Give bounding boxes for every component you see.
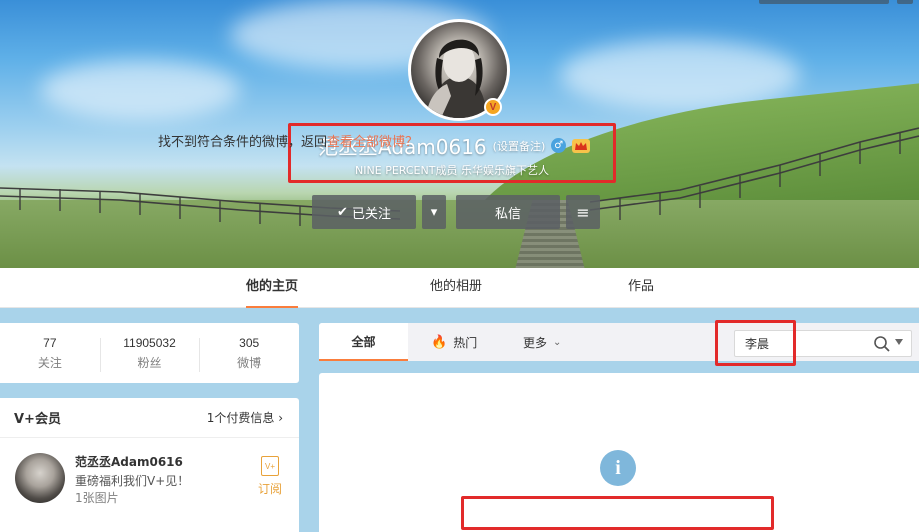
following-label: 已关注	[351, 206, 391, 222]
stat-weibo[interactable]: 305 微博	[199, 335, 299, 372]
tab-album[interactable]: 他的相册	[430, 268, 482, 308]
view-all-weibo-link[interactable]: 查看全部微博？	[327, 135, 418, 150]
stat-number: 305	[239, 335, 260, 350]
search-scope-dropdown-icon[interactable]	[895, 339, 903, 345]
search-icon[interactable]	[873, 335, 891, 353]
paid-info-link[interactable]: 1个付费信息 ›	[207, 409, 283, 426]
tab-home[interactable]: 他的主页	[246, 268, 299, 308]
male-gender-icon: ♂	[551, 138, 567, 153]
feed-tab-hot[interactable]: 🔥 热门	[431, 323, 477, 361]
profile-tab-bar: 他的主页 他的相册 作品	[0, 268, 919, 308]
message-button[interactable]: 私信	[456, 195, 560, 229]
feed-tab-more[interactable]: 更多 ⌄	[523, 323, 561, 361]
fire-icon: 🔥	[431, 334, 448, 350]
tab-works[interactable]: 作品	[628, 268, 654, 308]
stat-label: 关注	[37, 355, 62, 370]
cover-close-button[interactable]	[897, 0, 913, 4]
feed-tab-hot-label: 热门	[453, 335, 478, 350]
empty-message-text: 找不到符合条件的微博，返回	[158, 135, 328, 150]
feed-empty-state: i	[319, 373, 919, 532]
empty-message-highlight-box	[461, 496, 774, 530]
chevron-down-icon: ▾	[430, 204, 438, 220]
profile-stats: 77 关注 11905032 粉丝 305 微博	[0, 323, 299, 383]
chevron-down-icon: ⌄	[553, 336, 562, 348]
profile-actions: ✔ 已关注 ▾ 私信 ≡	[312, 195, 600, 229]
message-label: 私信	[494, 206, 521, 222]
stat-number: 11905032	[123, 335, 176, 350]
vplus-card: V+会员 1个付费信息 › 范丞丞Adam0616 重磅福利我们V+见！ 1张图…	[0, 398, 299, 532]
info-icon: i	[600, 450, 636, 486]
vplus-description: 重磅福利我们V+见！	[75, 474, 190, 488]
cover-top-controls	[759, 0, 913, 4]
vplus-name[interactable]: 范丞丞Adam0616	[75, 453, 183, 470]
member-crown-icon[interactable]	[572, 138, 591, 153]
vplus-title: V+会员	[14, 412, 61, 427]
stat-number: 77	[43, 335, 57, 350]
chevron-right-icon: ›	[278, 411, 283, 425]
subscribe-button[interactable]: V+ 订阅	[257, 456, 283, 497]
stat-following[interactable]: 77 关注	[0, 336, 100, 371]
vplus-subscribe-icon: V+	[261, 456, 279, 476]
stat-label: 微博	[237, 355, 262, 370]
check-icon: ✔	[337, 204, 348, 220]
crown-glyph	[575, 141, 588, 150]
feed-tab-all[interactable]: 全部	[319, 323, 408, 361]
set-remark-link[interactable]: (设置备注)	[493, 138, 546, 154]
cloud-decoration	[40, 60, 240, 120]
stat-label: 粉丝	[137, 355, 162, 370]
profile-intro: NINE PERCENT成员 乐华娱乐旗下艺人	[355, 164, 549, 177]
stat-fans[interactable]: 11905032 粉丝	[99, 335, 200, 372]
verified-badge-icon: V	[484, 98, 502, 116]
cover-setting-button[interactable]	[759, 0, 889, 4]
subscribe-label: 订阅	[257, 482, 282, 496]
paid-info-label: 1个付费信息	[206, 411, 275, 425]
empty-message: 找不到符合条件的微博，返回查看全部微博？	[158, 131, 418, 150]
menu-icon: ≡	[576, 202, 590, 222]
following-button[interactable]: ✔ 已关注	[312, 195, 416, 229]
vplus-avatar[interactable]	[15, 453, 65, 503]
vplus-body: 范丞丞Adam0616 重磅福利我们V+见！ 1张图片 V+ 订阅	[0, 438, 299, 528]
feed-tab-more-label: 更多	[523, 335, 548, 350]
more-menu-button[interactable]: ≡	[566, 195, 600, 229]
vplus-image-count: 1张图片	[75, 491, 119, 505]
follow-group-dropdown[interactable]: ▾	[422, 195, 446, 229]
vplus-header: V+会员 1个付费信息 ›	[0, 398, 299, 438]
search-highlight-box	[715, 320, 796, 366]
